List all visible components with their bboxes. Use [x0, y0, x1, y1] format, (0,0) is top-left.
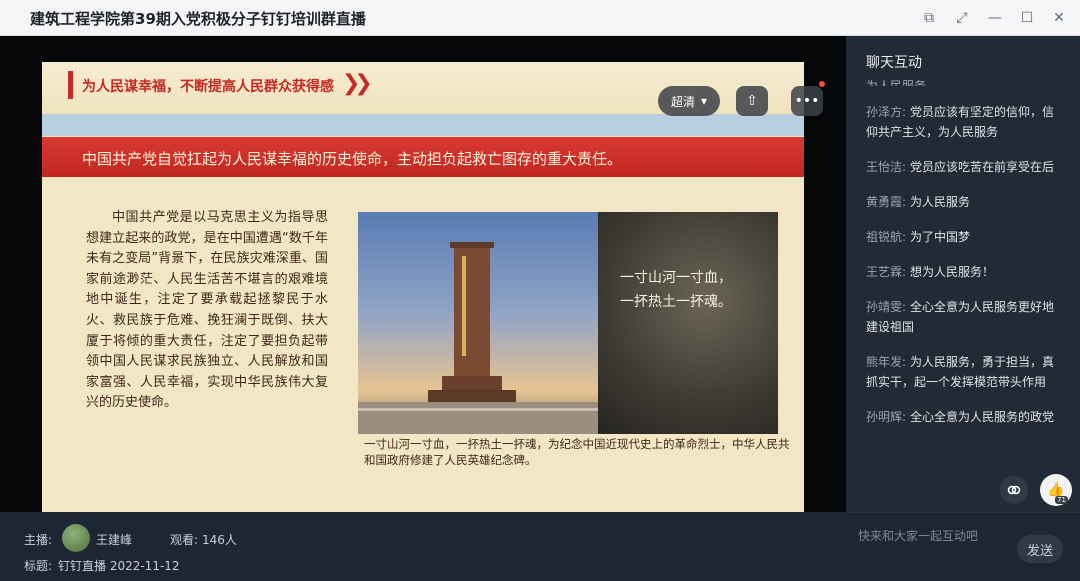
monument-photo — [358, 212, 598, 434]
chat-message: 王怡洁: 党员应该吃苦在前享受在后 — [866, 157, 1066, 177]
share-icon[interactable]: ⇧ — [736, 86, 768, 116]
viewers-label: 观看: — [170, 533, 199, 547]
window-title: 建筑工程学院第39期入党积极分子钉钉培训群直播 — [30, 10, 366, 28]
like-count: 71 — [1055, 496, 1068, 504]
chat-message: 孙泽方: 党员应该有坚定的信仰，信仰共产主义，为人民服务 — [866, 102, 1066, 142]
presentation-slide: 为人民谋幸福，不断提高人民群众获得感 ❯❯ 中国共产党自觉扛起为人民谋幸福的历史… — [42, 62, 804, 524]
more-options-icon[interactable]: ••• — [791, 86, 823, 116]
monument-illustration — [358, 242, 598, 434]
minimize-icon[interactable]: — — [984, 7, 1006, 29]
chat-sender: 王怡洁: — [866, 160, 907, 174]
subject-label: 标题: — [24, 559, 53, 573]
slide-blue-band — [42, 114, 804, 136]
live-subject: 钉钉直播 2022-11-12 — [58, 559, 180, 573]
poem-panel: 一寸山河一寸血， 一抔热土一抔魂。 — [598, 212, 778, 434]
pip-icon[interactable]: ⧉ — [918, 7, 940, 29]
quality-selector[interactable]: 超清 ▾ — [658, 86, 720, 116]
chat-message: 祖锐航: 为了中国梦 — [866, 227, 1066, 247]
live-info-bar: 主播: 王建峰 观看: 146人 标题: 钉钉直播 2022-11-12 — [0, 512, 846, 581]
send-button[interactable]: 发送 — [1017, 535, 1063, 563]
chat-sender: 孙泽方: — [866, 105, 907, 119]
chat-message-partial: 为人民服务 — [866, 79, 927, 86]
quality-label: 超清 — [670, 94, 695, 109]
chat-sender: 孙靖雯: — [866, 300, 907, 314]
chat-title: 聊天互动 — [866, 55, 922, 71]
live-video[interactable]: 为人民谋幸福，不断提高人民群众获得感 ❯❯ 中国共产党自觉扛起为人民谋幸福的历史… — [0, 36, 846, 524]
chat-message-list[interactable]: 孙泽方: 党员应该有坚定的信仰，信仰共产主义，为人民服务 王怡洁: 党员应该吃苦在前… — [866, 102, 1066, 502]
chat-panel: 聊天互动 为人民服务 孙泽方: 党员应该有坚定的信仰，信仰共产主义，为人民服务 王… — [846, 36, 1080, 512]
chat-message: 熊年发: 为人民服务，勇于担当，真抓实干，起一个发挥模范带头作用 — [866, 352, 1066, 392]
chat-sender: 黄勇霞: — [866, 195, 907, 209]
chat-message: 孙明辉: 全心全意为人民服务的政党 — [866, 407, 1066, 427]
chat-text: 为了中国梦 — [910, 230, 971, 244]
like-button[interactable]: 👍 71 — [1040, 474, 1072, 506]
chevron-down-icon: ▾ — [700, 94, 708, 108]
chat-sender: 孙明辉: — [866, 410, 907, 424]
chat-message: 孙靖雯: 全心全意为人民服务更好地建设祖国 — [866, 297, 1066, 337]
link-icon[interactable] — [1000, 476, 1028, 504]
chevron-right-icon: ❯❯ — [342, 71, 373, 96]
chat-message: 王艺霖: 想为人民服务！ — [866, 262, 1066, 282]
host-label: 主播: — [24, 533, 53, 547]
link-icon-glyph — [1007, 485, 1021, 495]
maximize-icon[interactable]: ☐ — [1016, 7, 1038, 29]
chat-text: 党员应该吃苦在前享受在后 — [910, 160, 1055, 174]
chat-text: 全心全意为人民服务的政党 — [910, 410, 1055, 424]
chat-sender: 王艺霖: — [866, 265, 907, 279]
slide-caption: 一寸山河一寸血，一抔热土一抔魂，为纪念中国近现代史上的革命烈士，中华人民共和国政… — [364, 437, 790, 467]
poem-text: 一寸山河一寸血， 一抔热土一抔魂。 — [620, 266, 732, 314]
host-avatar[interactable] — [62, 524, 90, 552]
title-bar: 建筑工程学院第39期入党积极分子钉钉培训群直播 ⧉ ⤢ — ☐ ✕ — [0, 0, 1080, 36]
chat-composer: 发送 — [846, 512, 1080, 581]
poem-line-2: 一抔热土一抔魂。 — [620, 294, 732, 310]
chat-input[interactable] — [858, 525, 1008, 547]
viewer-count: 146人 — [202, 533, 237, 547]
slide-photo: 一寸山河一寸血， 一抔热土一抔魂。 — [358, 212, 778, 434]
slide-body-text: 中国共产党是以马克思主义为指导思想建立起来的政党，是在中国遭遇“数千年未有之变局… — [86, 210, 328, 411]
chat-message: 黄勇霞: 为人民服务 — [866, 192, 1066, 212]
chat-sender: 祖锐航: — [866, 230, 907, 244]
chat-sender: 熊年发: — [866, 355, 907, 369]
chat-text: 为人民服务 — [910, 195, 971, 209]
notification-dot — [819, 81, 825, 87]
slide-heading: 为人民谋幸福，不断提高人民群众获得感 — [82, 79, 334, 95]
poem-line-1: 一寸山河一寸血， — [620, 270, 732, 286]
chat-text: 想为人民服务！ — [910, 265, 995, 279]
slide-banner: 中国共产党自觉扛起为人民谋幸福的历史使命，主动担负起救亡图存的重大责任。 — [42, 137, 804, 177]
slide-header-mark — [68, 71, 73, 99]
close-icon[interactable]: ✕ — [1048, 7, 1070, 29]
fullscreen-icon[interactable]: ⤢ — [951, 7, 973, 29]
slide-banner-text: 中国共产党自觉扛起为人民谋幸福的历史使命，主动担负起救亡图存的重大责任。 — [82, 150, 623, 168]
host-name: 王建峰 — [96, 533, 133, 547]
